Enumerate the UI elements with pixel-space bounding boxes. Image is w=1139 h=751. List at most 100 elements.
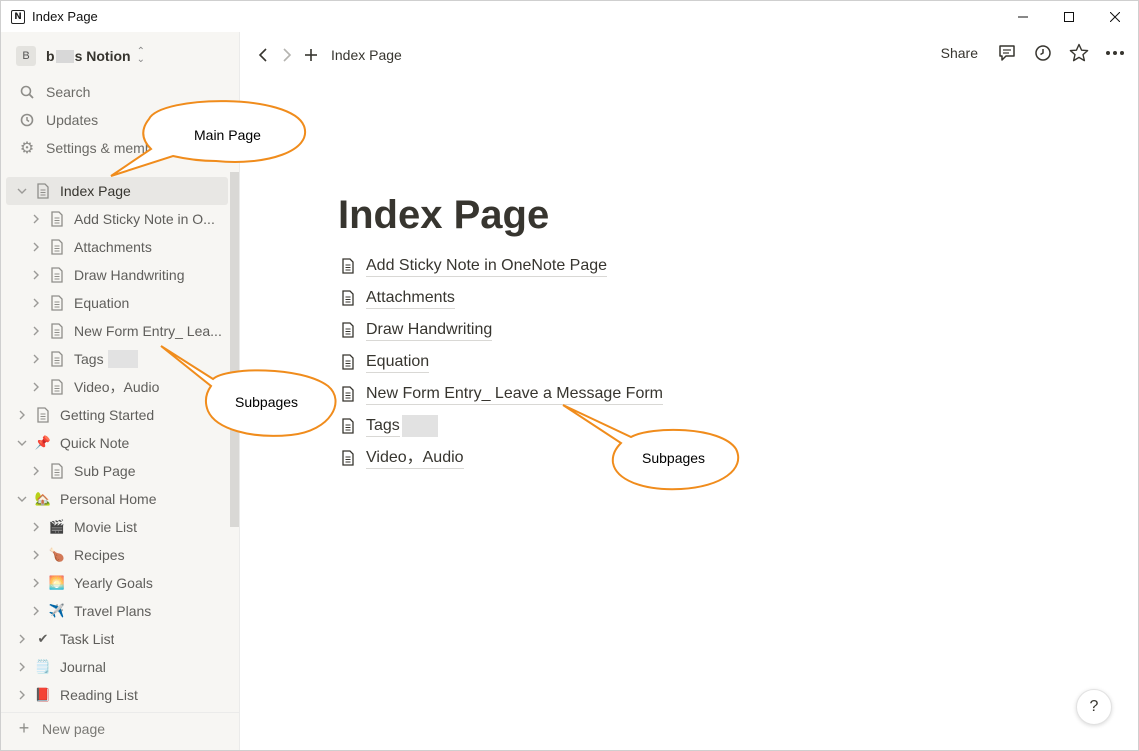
subpage-link[interactable]: Add Sticky Note in OneNote Page	[340, 250, 663, 282]
subpage-link[interactable]: Draw Handwriting	[340, 314, 663, 346]
sidebar-page-item[interactable]: ✔ Task List	[6, 625, 228, 653]
redacted-blur	[107, 350, 138, 368]
chevron-right-icon[interactable]	[28, 351, 44, 367]
page-emoji-icon: 🌅	[48, 575, 66, 590]
back-button[interactable]	[251, 43, 275, 67]
plus-icon	[305, 48, 317, 61]
sidebar-page-label: Attachments	[74, 239, 152, 255]
subpage-link[interactable]: Attachments	[340, 282, 663, 314]
sidebar-page-label: Index Page	[60, 183, 131, 199]
sidebar-page-item[interactable]: Attachments	[6, 233, 228, 261]
sidebar-page-label: Task List	[60, 631, 115, 647]
chevron-right-icon[interactable]	[28, 267, 44, 283]
forward-button[interactable]	[275, 43, 299, 67]
chevron-right-icon[interactable]	[14, 407, 30, 423]
chevron-right-icon[interactable]	[14, 687, 30, 703]
sidebar-page-item[interactable]: Getting Started	[6, 401, 228, 429]
sidebar-page-label: Equation	[74, 295, 130, 311]
sidebar-page-label: Travel Plans	[74, 603, 152, 619]
subpage-link[interactable]: Tags	[340, 410, 663, 442]
new-page-button[interactable]: + New page	[1, 712, 240, 744]
gear-icon: ⚙	[19, 140, 35, 157]
page-doc-icon	[48, 238, 66, 256]
star-icon[interactable]	[1068, 42, 1090, 64]
workspace-switcher[interactable]: B bs Notion ⌃ ⌄	[16, 45, 145, 67]
chevron-right-icon[interactable]	[28, 295, 44, 311]
page-doc-icon	[48, 378, 66, 396]
chevron-right-icon[interactable]	[28, 547, 44, 563]
sidebar-page-item[interactable]: ✈️ Travel Plans	[6, 597, 228, 625]
comment-icon[interactable]	[996, 42, 1018, 64]
more-options-icon[interactable]	[1104, 42, 1126, 64]
sidebar-updates[interactable]: Updates	[1, 106, 240, 134]
redacted-blur	[55, 50, 74, 63]
sidebar-page-label: Reading List	[60, 687, 138, 703]
app-window: N Index Page B bs Notion ⌃ ⌄ Search Upda…	[0, 0, 1139, 751]
maximize-button[interactable]	[1046, 1, 1092, 32]
chevron-right-icon[interactable]	[28, 463, 44, 479]
chevron-right-icon[interactable]	[28, 211, 44, 227]
history-clock-icon[interactable]	[1032, 42, 1054, 64]
sidebar-page-item[interactable]: Index Page	[6, 177, 228, 205]
sidebar-page-item[interactable]: Add Sticky Note in O...	[6, 205, 228, 233]
share-button[interactable]: Share	[941, 45, 978, 61]
chevron-right-icon[interactable]	[28, 519, 44, 535]
sidebar-page-item[interactable]: 🏡 Personal Home	[6, 485, 228, 513]
sidebar-scrollbar[interactable]	[230, 172, 239, 527]
sidebar-page-item[interactable]: Equation	[6, 289, 228, 317]
subpage-links: Add Sticky Note in OneNote Page Attachmen…	[340, 250, 663, 474]
chevron-right-icon[interactable]	[14, 659, 30, 675]
notion-app-icon: N	[11, 9, 25, 24]
top-actions: Share	[941, 42, 1126, 64]
sidebar-page-item[interactable]: 📌 Quick Note	[6, 429, 228, 457]
page-doc-icon	[48, 266, 66, 284]
top-bar: Index Page Share	[240, 32, 1138, 77]
minimize-button[interactable]	[1000, 1, 1046, 32]
sidebar-page-item[interactable]: 🌅 Yearly Goals	[6, 569, 228, 597]
chevron-right-icon[interactable]	[28, 239, 44, 255]
breadcrumb[interactable]: Index Page	[331, 47, 402, 63]
chevron-down-icon[interactable]	[14, 435, 30, 451]
sidebar-page-item[interactable]: 🍗 Recipes	[6, 541, 228, 569]
subpage-link-text: Equation	[366, 352, 430, 373]
page-emoji-icon: ✈️	[48, 603, 66, 618]
sidebar-page-item[interactable]: New Form Entry_ Lea...	[6, 317, 228, 345]
subpage-link-text: Tags	[366, 416, 400, 437]
sidebar-page-label: Sub Page	[74, 463, 136, 479]
page-doc-icon	[340, 416, 356, 436]
chevron-right-icon[interactable]	[14, 631, 30, 647]
chevron-down-icon[interactable]	[14, 183, 30, 199]
sidebar-settings[interactable]: ⚙ Settings & members	[1, 134, 240, 162]
page-title[interactable]: Index Page	[338, 193, 549, 238]
sidebar-page-label: Recipes	[74, 547, 125, 563]
page-doc-icon	[340, 256, 356, 276]
sidebar-page-item[interactable]: Video，Audio	[6, 373, 228, 401]
chevron-right-icon[interactable]	[28, 323, 44, 339]
chevron-right-icon[interactable]	[28, 603, 44, 619]
sidebar-page-item[interactable]: 🎬 Movie List	[6, 513, 228, 541]
sidebar-search[interactable]: Search	[1, 78, 240, 106]
help-button[interactable]: ?	[1076, 689, 1112, 725]
window-title: Index Page	[32, 9, 98, 24]
sidebar-page-label: Draw Handwriting	[74, 267, 185, 283]
chevron-right-icon[interactable]	[28, 575, 44, 591]
page-doc-icon	[48, 350, 66, 368]
sidebar-page-item[interactable]: 📕 Reading List	[6, 681, 228, 709]
chevron-down-icon[interactable]	[14, 491, 30, 507]
sidebar-page-label: Movie List	[74, 519, 138, 535]
chevron-right-icon[interactable]	[28, 379, 44, 395]
subpage-link[interactable]: Video，Audio	[340, 442, 663, 474]
page-emoji-icon: 📌	[34, 435, 52, 450]
sidebar-page-item[interactable]: Sub Page	[6, 457, 228, 485]
page-doc-icon	[340, 448, 356, 468]
sidebar-page-item[interactable]: Draw Handwriting	[6, 261, 228, 289]
window-controls	[1000, 1, 1138, 32]
sidebar-page-label: Quick Note	[60, 435, 130, 451]
close-window-button[interactable]	[1092, 1, 1138, 32]
subpage-link[interactable]: Equation	[340, 346, 663, 378]
subpage-link[interactable]: New Form Entry_ Leave a Message Form	[340, 378, 663, 410]
sidebar-page-item[interactable]: Tags	[6, 345, 228, 373]
sidebar-page-item[interactable]: 🗒️ Journal	[6, 653, 228, 681]
add-page-button[interactable]	[299, 43, 323, 67]
chevron-left-icon	[258, 47, 267, 62]
